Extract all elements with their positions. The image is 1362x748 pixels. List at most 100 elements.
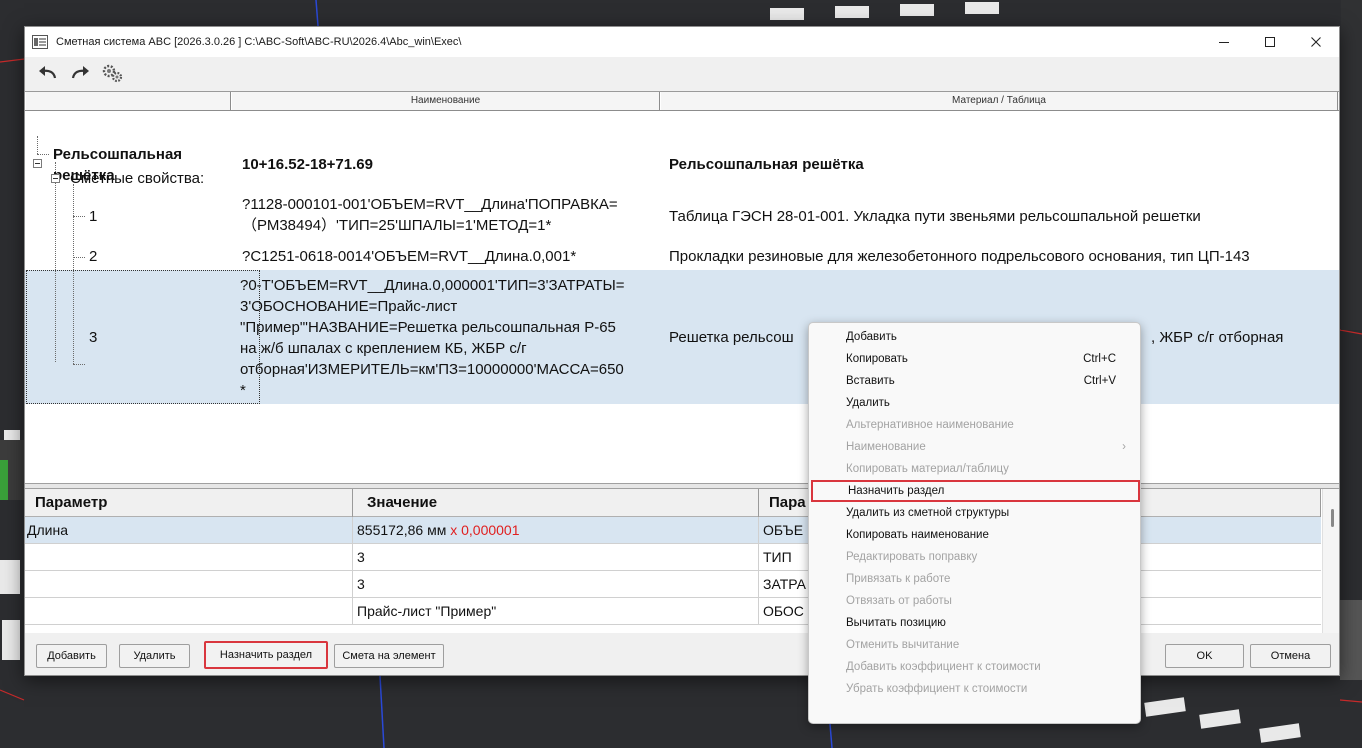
menu-item-paste[interactable]: Вставить Ctrl+V <box>809 370 1140 392</box>
maximize-button[interactable] <box>1247 27 1293 57</box>
menu-item-label: Отвязать от работы <box>846 595 952 607</box>
row-3-material-left[interactable]: Решетка рельсош <box>669 328 794 348</box>
tree-connector <box>73 184 74 364</box>
row-2-name[interactable]: ?С1251-0618-0014'ОБЪЕМ=RVT__Длина.0,001* <box>242 247 576 267</box>
menu-item-copy-material[interactable]: Копировать материал/таблицу <box>809 458 1140 480</box>
menu-item-remove-from-structure[interactable]: Удалить из сметной структуры <box>809 502 1140 524</box>
menu-item-delete[interactable]: Удалить <box>809 392 1140 414</box>
root-material[interactable]: Рельсошпальная решётка <box>669 155 864 175</box>
delete-button[interactable]: Удалить <box>119 644 190 668</box>
tree-header-material[interactable]: Материал / Таблица <box>660 92 1338 110</box>
property-value: 855172,86 мм x 0,000001 <box>353 517 759 544</box>
menu-item-label: Добавить коэффициент к стоимости <box>846 661 1041 673</box>
minimize-button[interactable] <box>1201 27 1247 57</box>
row-1-name-line1[interactable]: ?1128-000101-001'ОБЪЕМ=RVT__Длина'ПОПРАВ… <box>242 195 618 215</box>
header-value[interactable]: Значение <box>353 489 759 517</box>
multiplier-sign: x <box>450 522 458 538</box>
menu-item-subtract-position[interactable]: Вычитать позицию <box>809 612 1140 634</box>
property-param <box>25 598 353 625</box>
title-bar: Сметная система ABC [2026.3.0.26 ] C:\AB… <box>25 27 1339 57</box>
menu-item-alternative-name[interactable]: Альтернативное наименование <box>809 414 1140 436</box>
tree-connector <box>37 154 49 155</box>
property-value: Прайс-лист "Пример" <box>353 598 759 625</box>
menu-item-label: Добавить <box>846 331 897 343</box>
menu-item-add[interactable]: Добавить <box>809 326 1140 348</box>
minimize-icon <box>1219 42 1229 43</box>
menu-item-label: Удалить из сметной структуры <box>846 507 1010 519</box>
submenu-arrow-icon: › <box>1122 441 1126 453</box>
window-title: Сметная система ABC [2026.3.0.26 ] C:\AB… <box>56 36 462 48</box>
group-collapse-toggle[interactable] <box>51 174 60 183</box>
row-1-material[interactable]: Таблица ГЭСН 28-01-001. Укладка пути зве… <box>669 207 1201 227</box>
properties-scrollbar[interactable] <box>1322 489 1339 633</box>
row-number-3[interactable]: 3 <box>89 328 97 348</box>
menu-item-label: Копировать наименование <box>846 529 989 541</box>
close-button[interactable] <box>1293 27 1339 57</box>
tree-connector <box>73 257 85 258</box>
menu-item-label: Убрать коэффициент к стоимости <box>846 683 1028 695</box>
ok-button[interactable]: OK <box>1165 644 1244 668</box>
menu-item-edit-correction[interactable]: Редактировать поправку <box>809 546 1140 568</box>
tree-row-focus <box>26 270 260 404</box>
tree-connector <box>37 136 38 154</box>
root-collapse-toggle[interactable] <box>33 159 42 168</box>
row-3-material-right[interactable]: , ЖБР с/г отборная <box>1151 328 1283 348</box>
menu-item-copy-name[interactable]: Копировать наименование <box>809 524 1140 546</box>
undo-button[interactable] <box>35 61 61 85</box>
menu-item-remove-cost-coefficient[interactable]: Убрать коэффициент к стоимости <box>809 678 1140 700</box>
tree-connector <box>73 216 85 217</box>
row-number-2[interactable]: 2 <box>89 247 97 267</box>
estimate-window: Сметная система ABC [2026.3.0.26 ] C:\AB… <box>24 26 1340 676</box>
gears-icon <box>102 64 123 83</box>
group-label[interactable]: Сметные свойства: <box>70 169 204 189</box>
cancel-button[interactable]: Отмена <box>1250 644 1331 668</box>
property-param <box>25 544 353 571</box>
tree-header-name[interactable]: Наименование <box>231 92 660 110</box>
scrollbar-thumb[interactable] <box>1331 509 1334 527</box>
header-parameter[interactable]: Параметр <box>25 489 353 517</box>
assign-section-button[interactable]: Назначить раздел <box>204 641 328 669</box>
menu-item-label: Редактировать поправку <box>846 551 978 563</box>
element-estimate-button[interactable]: Смета на элемент <box>334 644 444 668</box>
row-1-name-line2[interactable]: （РМ38494）'ТИП=25'ШПАЛЫ=1'МЕТОД=1* <box>242 216 551 236</box>
maximize-icon <box>1265 37 1275 47</box>
redo-button[interactable] <box>67 61 93 85</box>
menu-item-add-cost-coefficient[interactable]: Добавить коэффициент к стоимости <box>809 656 1140 678</box>
menu-item-label: Вставить <box>846 375 895 387</box>
settings-button[interactable] <box>99 61 125 85</box>
row-3-name-line2[interactable]: 3'ОБОСНОВАНИЕ=Прайс-лист <box>240 297 457 317</box>
menu-item-copy[interactable]: Копировать Ctrl+C <box>809 348 1140 370</box>
row-3-name-line3[interactable]: "Пример"'НАЗВАНИЕ=Решетка рельсошпальная… <box>240 318 616 338</box>
menu-item-label: Привязать к работе <box>846 573 951 585</box>
estimate-tree-grid: Наименование Материал / Таблица Рельсошп… <box>25 91 1339 483</box>
property-value-text: 855172,86 мм <box>357 522 447 538</box>
tree-connector <box>73 364 85 365</box>
row-3-name-line6[interactable]: * <box>240 381 246 401</box>
menu-item-bind-to-work[interactable]: Привязать к работе <box>809 568 1140 590</box>
row-number-1[interactable]: 1 <box>89 207 97 227</box>
menu-item-label: Вычитать позицию <box>846 617 946 629</box>
redo-icon <box>71 66 89 79</box>
add-button[interactable]: Добавить <box>36 644 107 668</box>
toolbar <box>25 57 1339 89</box>
menu-item-name[interactable]: Наименование › <box>809 436 1140 458</box>
row-3-name-line1[interactable]: ?0-Т'ОБЪЕМ=RVT__Длина.0,000001'ТИП=3'ЗАТ… <box>240 276 625 296</box>
row-3-name-line5[interactable]: отборная'ИЗМЕРИТЕЛЬ=км'ПЗ=10000000'МАССА… <box>240 360 624 380</box>
root-value[interactable]: 10+16.52-18+71.69 <box>242 155 373 175</box>
menu-item-cancel-subtraction[interactable]: Отменить вычитание <box>809 634 1140 656</box>
row-3-name-line4[interactable]: на ж/б шпалах с креплением КБ, ЖБР с/г <box>240 339 527 359</box>
menu-item-label: Альтернативное наименование <box>846 419 1014 431</box>
window-controls <box>1201 27 1339 57</box>
tree-header-tree[interactable] <box>25 92 231 110</box>
root-name-line1[interactable]: Рельсошпальная <box>53 145 182 165</box>
menu-item-label: Копировать материал/таблицу <box>846 463 1009 475</box>
menu-item-label: Удалить <box>846 397 890 409</box>
menu-item-unbind-from-work[interactable]: Отвязать от работы <box>809 590 1140 612</box>
menu-shortcut: Ctrl+V <box>1083 375 1116 387</box>
menu-item-assign-section[interactable]: Назначить раздел <box>811 480 1140 502</box>
tree-connector <box>55 162 56 362</box>
tree-header: Наименование Материал / Таблица <box>25 92 1339 111</box>
menu-shortcut: Ctrl+C <box>1083 353 1116 365</box>
row-2-material[interactable]: Прокладки резиновые для железобетонного … <box>669 247 1250 267</box>
property-param <box>25 571 353 598</box>
